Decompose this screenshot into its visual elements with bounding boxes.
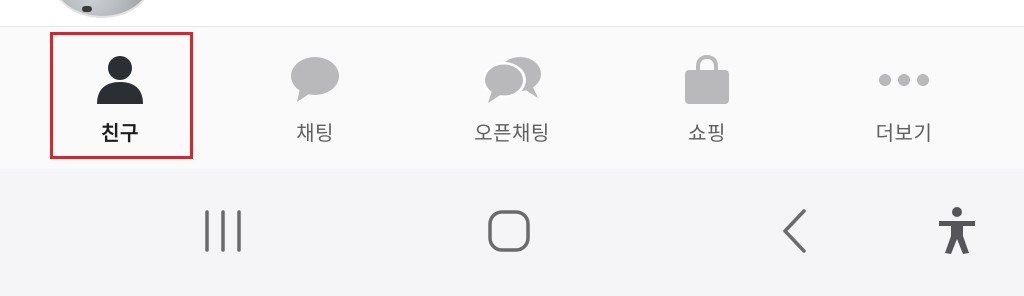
tab-openchat-label: 오픈채팅	[474, 121, 550, 145]
chat-bubble-icon	[285, 53, 345, 107]
system-navigation-bar	[0, 169, 1024, 296]
home-icon	[488, 210, 530, 252]
accessibility-button[interactable]	[924, 199, 990, 263]
tab-shopping[interactable]: 쇼핑	[637, 27, 777, 169]
open-chat-bubbles-icon	[477, 53, 547, 107]
home-button[interactable]	[476, 199, 542, 263]
bottom-tab-bar: 친구 채팅 오픈채팅 쇼핑 더보기	[0, 27, 1024, 169]
recent-apps-icon	[205, 210, 241, 252]
selection-highlight-box	[50, 32, 193, 159]
tab-chats-label: 채팅	[296, 121, 334, 145]
tab-chats[interactable]: 채팅	[245, 27, 385, 169]
avatar[interactable]	[52, 0, 152, 18]
tab-more[interactable]: 더보기	[834, 27, 974, 169]
more-dots-icon	[874, 53, 934, 107]
recent-apps-button[interactable]	[190, 199, 256, 263]
tab-more-label: 더보기	[875, 121, 933, 145]
tab-openchat[interactable]: 오픈채팅	[442, 27, 582, 169]
back-chevron-icon	[783, 209, 806, 253]
back-button[interactable]	[762, 199, 828, 263]
shopping-bag-icon	[677, 53, 737, 107]
tab-shopping-label: 쇼핑	[688, 121, 726, 145]
top-content-strip	[0, 0, 1024, 27]
accessibility-icon	[939, 207, 975, 254]
